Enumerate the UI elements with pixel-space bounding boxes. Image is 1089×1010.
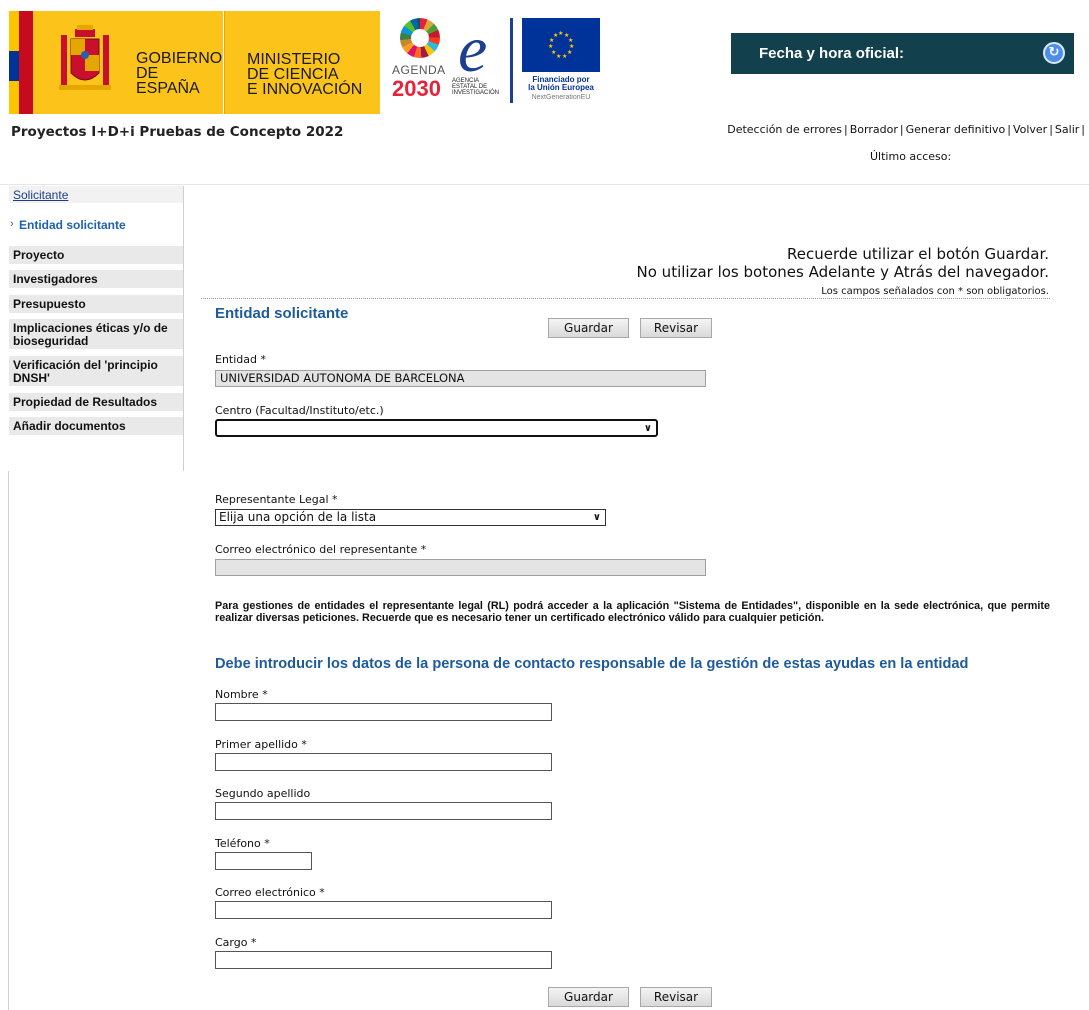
telefono-label: Teléfono * [215,837,270,850]
spain-flag-strip [9,11,33,114]
entidad-field: UNIVERSIDAD AUTONOMA DE BARCELONA [215,370,706,387]
title-bar: Proyectos I+D+i Pruebas de Concepto 2022… [0,115,1089,185]
centro-select[interactable]: ∨ [215,419,658,437]
representante-select[interactable]: Elija una opción de la lista ∨ [215,509,606,526]
link-volver[interactable]: Volver [1013,123,1047,136]
sdg-wheel-icon [400,18,440,58]
notice-navegador: No utilizar los botones Adelante y Atrás… [636,263,1049,281]
correo-label: Correo electrónico * [215,886,325,899]
top-links: Detección de errores | Borrador | Generar de… [727,123,1085,136]
chevron-down-icon: ∨ [643,423,652,434]
sidebar-item-implicaciones[interactable]: Implicaciones éticas y/o de bioseguridad [9,319,183,350]
revisar-button-top[interactable]: Revisar [640,318,712,338]
sidebar: Solicitante Entidad solicitante Proyecto… [9,186,184,471]
refresh-icon[interactable]: ↻ [1043,42,1065,64]
sidebar-item-investigadores[interactable]: Investigadores [9,270,183,289]
nombre-input[interactable] [215,703,552,721]
divider [201,298,1050,299]
eu-funding-text: Financiado por la Unión Europea [528,75,594,92]
sidebar-item-solicitante[interactable]: Solicitante [9,186,183,204]
aei-text: AGENCIA ESTATAL DE INVESTIGACIÓN [452,78,500,96]
link-generar-definitivo[interactable]: Generar definitivo [906,123,1006,136]
primer-apellido-label: Primer apellido * [215,738,307,751]
correo-representante-field [215,559,706,576]
coat-of-arms-icon [59,25,111,90]
sidebar-item-verificacion-dnsh[interactable]: Verificación del 'principio DNSH' [9,356,183,387]
notice-guardar: Recuerde utilizar el botón Guardar. [787,245,1049,263]
gobierno-logo: GOBIERNO DE ESPAÑA [33,11,223,114]
correo-representante-label: Correo electrónico del representante * [215,543,427,556]
representante-label: Representante Legal * [215,493,338,506]
ministerio-logo: MINISTERIO DE CIENCIA E INNOVACIÓN [224,11,380,114]
entidad-label: Entidad * [215,353,266,366]
aei-e-icon: e [458,13,488,86]
info-paragraph: Para gestiones de entidades el represent… [215,600,1050,624]
link-salir[interactable]: Salir [1055,123,1079,136]
partner-logos: AGENDA 2030 e AGENCIA ESTATAL DE INVESTI… [380,11,605,114]
official-time-label: Fecha y hora oficial: [759,45,905,62]
notice-obligatorios: Los campos señalados con * son obligator… [821,286,1049,297]
ultimo-acceso: Último acceso: [870,150,952,163]
cargo-input[interactable] [215,951,552,969]
sidebar-item-presupuesto[interactable]: Presupuesto [9,295,183,314]
sidebar-item-propiedad-resultados[interactable]: Propiedad de Resultados [9,393,183,412]
correo-input[interactable] [215,901,552,919]
left-border [8,471,9,1010]
revisar-button-bottom[interactable]: Revisar [640,987,712,1007]
sidebar-item-entidad-solicitante[interactable]: Entidad solicitante [9,216,183,236]
segundo-apellido-input[interactable] [215,802,552,820]
sidebar-item-anadir-documentos[interactable]: Añadir documentos [9,417,183,436]
primer-apellido-input[interactable] [215,753,552,771]
sidebar-item-proyecto[interactable]: Proyecto [9,246,183,265]
link-borrador[interactable]: Borrador [850,123,898,136]
link-deteccion-errores[interactable]: Detección de errores [727,123,842,136]
ministerio-text: MINISTERIO DE CIENCIA E INNOVACIÓN [247,51,363,98]
section-title: Entidad solicitante [215,305,349,322]
aei-logo: e AGENCIA ESTATAL DE INVESTIGACIÓN [452,13,513,103]
app-title: Proyectos I+D+i Pruebas de Concepto 2022 [11,124,344,140]
segundo-apellido-label: Segundo apellido [215,787,311,800]
agenda-2030-logo: AGENDA 2030 [392,18,448,103]
eu-flag-icon: ★ ★ ★ ★ ★ ★ ★ ★ ★ ★ ★ [522,18,600,72]
chevron-down-icon: ∨ [592,512,601,523]
official-time-box: Fecha y hora oficial: ↻ [731,33,1074,74]
telefono-input[interactable] [215,852,312,870]
contact-section-title: Debe introducir los datos de la persona … [215,656,969,672]
cargo-label: Cargo * [215,936,257,949]
nombre-label: Nombre * [215,688,268,701]
guardar-button-bottom[interactable]: Guardar [548,987,629,1007]
guardar-button-top[interactable]: Guardar [548,318,629,338]
gobierno-text: GOBIERNO DE ESPAÑA [136,50,223,97]
eu-logo: ★ ★ ★ ★ ★ ★ ★ ★ ★ ★ ★ Financiado por la … [520,18,602,106]
eu-nextgen-text: NextGenerationEU [531,94,591,101]
centro-label: Centro (Facultad/Instituto/etc.) [215,404,384,417]
